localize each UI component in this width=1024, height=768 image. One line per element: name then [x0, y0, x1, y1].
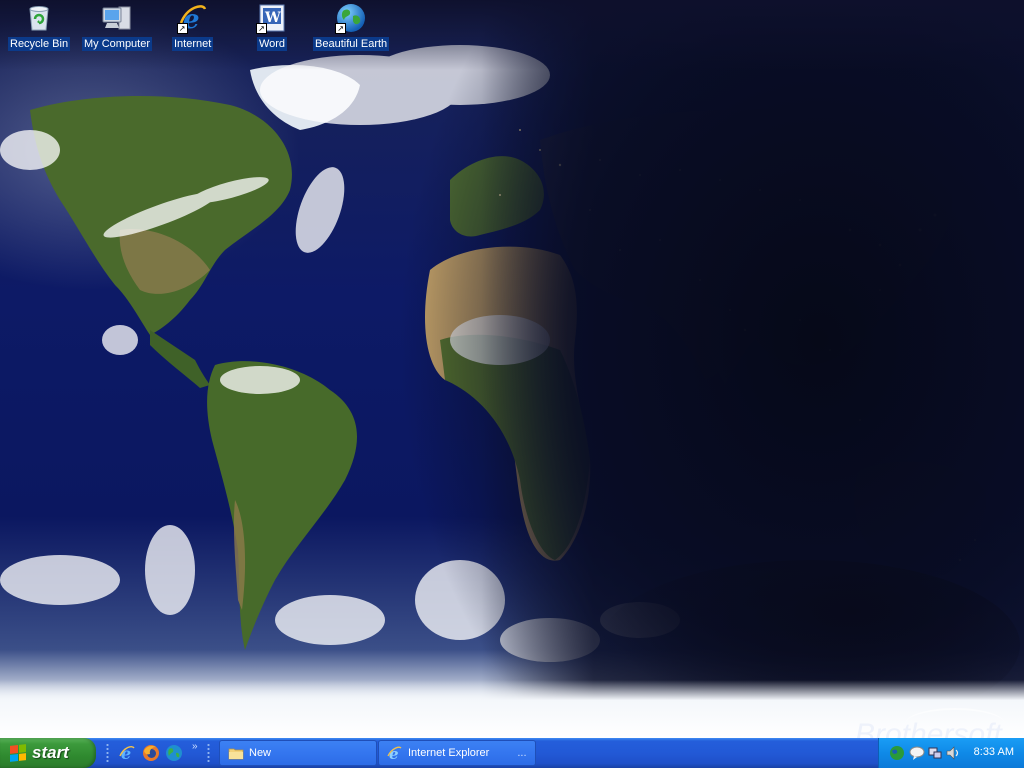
internet-explorer-icon: e [387, 745, 402, 761]
tray-globe-icon[interactable] [889, 745, 905, 761]
firefox-icon [143, 745, 159, 761]
tray-chat-icon[interactable] [909, 745, 925, 761]
task-button-label: New [249, 747, 272, 759]
shortcut-arrow-icon: ↗ [256, 23, 267, 34]
tray-network-icon[interactable] [927, 745, 943, 761]
central-america [150, 330, 210, 388]
desktop-icon-recycle-bin[interactable]: Recycle Bin [8, 2, 71, 51]
recycle-bin-icon [23, 2, 55, 34]
globe-icon [166, 745, 182, 761]
antarctica-ice [0, 680, 1024, 738]
internet-explorer-icon: e [119, 744, 135, 763]
shortcut-arrow-icon: ↗ [335, 23, 347, 34]
europe [450, 156, 544, 237]
windows-logo-icon [10, 744, 26, 762]
desktop-icon-word[interactable]: W ↗ Word [256, 2, 288, 51]
shortcut-arrow-icon: ↗ [176, 23, 188, 34]
task-button-internet-explorer[interactable]: e Internet Explorer ... [378, 740, 536, 766]
task-button-ellipsis: ... [517, 747, 527, 759]
tray-volume-icon[interactable] [945, 745, 961, 761]
system-tray: 8:33 AM [878, 738, 1024, 768]
taskbar-grip[interactable] [207, 743, 210, 763]
globe-icon: ↗ [335, 2, 367, 34]
quick-launch-firefox[interactable] [142, 744, 160, 762]
start-button[interactable]: start [0, 738, 96, 768]
taskbar: start e » New e Internet Explorer ... 8:… [0, 738, 1024, 768]
clock[interactable]: 8:33 AM [974, 746, 1014, 758]
desktop-icon-beautiful-earth[interactable]: ↗ Beautiful Earth [313, 2, 390, 51]
desktop-icon-label: My Computer [82, 37, 153, 51]
quick-launch-beautiful-earth[interactable] [165, 744, 183, 762]
quick-launch-grip[interactable] [106, 743, 109, 763]
desktop-icon-internet[interactable]: e ↗ Internet [172, 2, 214, 51]
desktop-icon-label: Beautiful Earth [313, 37, 390, 51]
desktop-icon-my-computer[interactable]: My Computer [82, 2, 153, 51]
desktop-icon-label: Internet [172, 37, 214, 51]
australia [853, 461, 986, 576]
desktop-wallpaper[interactable] [0, 0, 1024, 738]
desktop-icon-label: Word [256, 37, 288, 51]
task-button-new[interactable]: New [219, 740, 377, 766]
quick-launch-internet-explorer[interactable]: e [118, 744, 136, 763]
word-icon: W ↗ [256, 2, 288, 34]
folder-icon [228, 748, 244, 760]
quick-launch-more-button[interactable]: » [192, 741, 198, 752]
computer-icon [101, 2, 133, 34]
internet-explorer-icon: e ↗ [176, 2, 209, 34]
desktop-icon-label: Recycle Bin [8, 37, 71, 51]
start-label: start [32, 743, 69, 762]
task-button-label: Internet Explorer [408, 747, 490, 759]
